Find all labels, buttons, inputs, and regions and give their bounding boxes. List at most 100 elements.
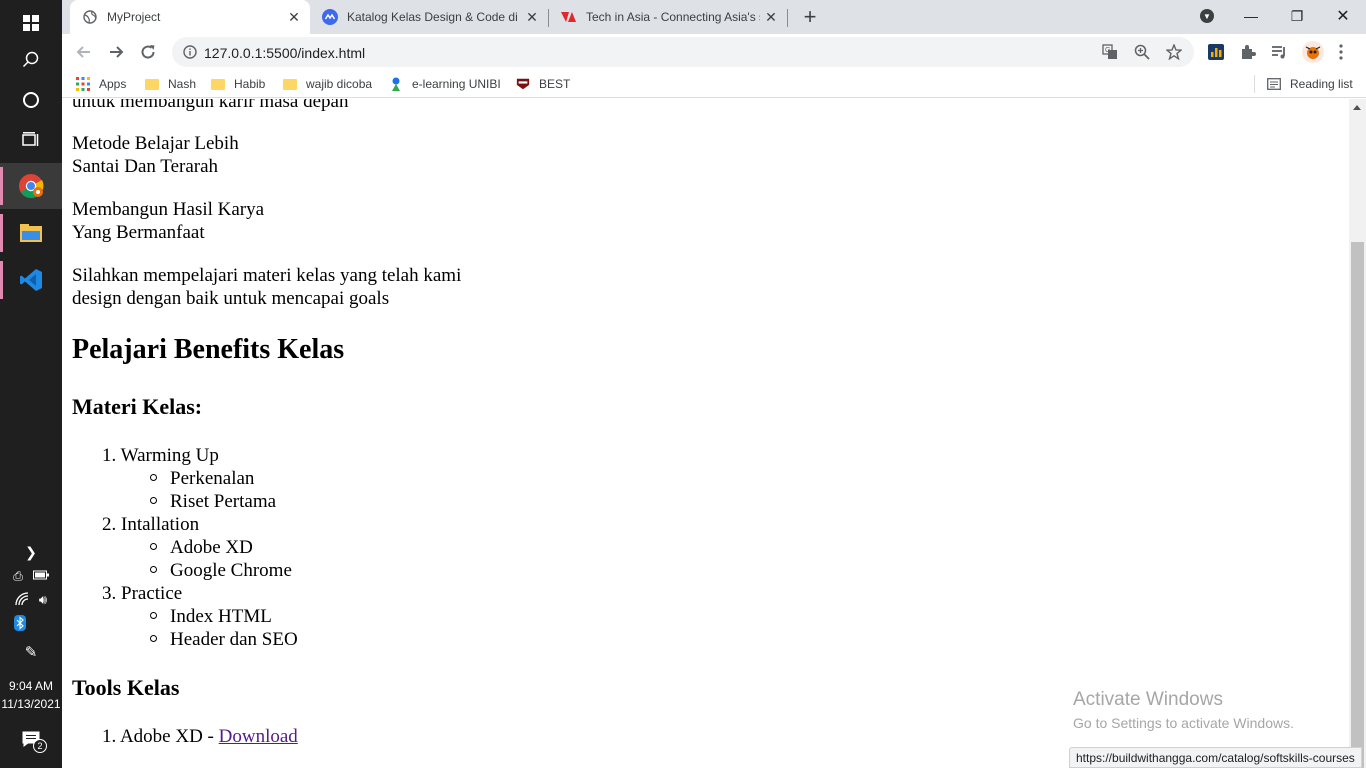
profile-avatar[interactable] [1301, 40, 1325, 64]
bluetooth-icon[interactable] [14, 614, 26, 634]
chrome-menu-icon[interactable] [1332, 43, 1350, 61]
list-label: Intallation [121, 514, 200, 535]
folder-icon [145, 77, 159, 91]
address-bar[interactable]: 127.0.0.1:5500/index.html G [172, 37, 1194, 67]
search-icon [22, 51, 39, 68]
sub-list-item: Perkenalan [150, 467, 254, 490]
heading-benefits: Pelajari Benefits Kelas [72, 334, 345, 365]
camera-icon[interactable]: ⎙ [13, 569, 23, 584]
task-view-icon [22, 132, 39, 146]
close-icon: ✕ [1336, 8, 1350, 25]
cut-off-paragraph: untuk membangun karir masa depan [72, 99, 349, 112]
tab-title: MyProject [107, 10, 161, 24]
action-center-button[interactable]: 2 [0, 728, 62, 753]
tab-tech-in-asia[interactable]: Tech in Asia - Connecting Asia's startup… [549, 0, 787, 34]
tray-row-3 [0, 614, 62, 634]
globe-icon [82, 9, 98, 25]
chrome-window: MyProject ✕ Katalog Kelas Design & Code … [62, 0, 1366, 768]
sub-list-label: Header dan SEO [170, 629, 298, 650]
close-tab-icon[interactable]: ✕ [286, 9, 302, 25]
folder-icon [211, 77, 225, 91]
paragraph-line: Membangun Hasil Karya [72, 199, 265, 220]
new-tab-button[interactable]: + [798, 4, 822, 29]
pen-workspace-button[interactable]: ✎ [0, 643, 62, 661]
windows-logo-icon [23, 15, 39, 31]
tab-title: Tech in Asia - Connecting Asia's startup… [586, 10, 760, 24]
close-tab-icon[interactable]: ✕ [763, 9, 779, 25]
sub-list-item: Google Chrome [150, 559, 292, 582]
page-scrollbar[interactable] [1349, 99, 1366, 768]
tab-katalog-kelas[interactable]: Katalog Kelas Design & Code di BuildWith… [310, 0, 548, 34]
list-item: 1. Warming Up [102, 444, 219, 467]
clock-date[interactable]: 11/13/2021 [0, 697, 62, 711]
reading-list-label: Reading list [1290, 77, 1353, 91]
vscode-icon [20, 269, 42, 291]
restore-icon: ❐ [1290, 7, 1304, 24]
back-button[interactable] [70, 38, 98, 66]
info-icon[interactable] [182, 44, 198, 60]
plus-icon: + [803, 4, 817, 29]
close-tab-icon[interactable]: ✕ [524, 9, 540, 25]
tray-row-1: ⎙ [0, 567, 62, 585]
reading-list-button[interactable]: Reading list [1267, 75, 1353, 93]
bookmark-label: e-learning UNIBI [412, 77, 501, 91]
tab-myproject[interactable]: MyProject ✕ [70, 0, 310, 34]
bookmark-star-icon[interactable] [1166, 44, 1182, 60]
bookmark-label: BEST [539, 77, 571, 91]
volume-icon[interactable]: 🔊︎ [39, 592, 47, 608]
notification-count-badge: 2 [33, 738, 47, 753]
page-viewport: untuk membangun karir masa depan Metode … [62, 99, 1349, 768]
clock-time[interactable]: 9:04 AM [0, 679, 62, 693]
forward-button[interactable] [102, 38, 130, 66]
bullet-icon [150, 497, 157, 505]
reading-list-icon [1267, 77, 1281, 91]
bookmark-label: Habib [234, 77, 266, 91]
unibi-icon [389, 77, 403, 91]
heading-tools: Tools Kelas [72, 675, 180, 700]
list-label: Warming Up [120, 445, 219, 466]
status-bar-url: https://buildwithangga.com/catalog/softs… [1069, 747, 1362, 768]
svg-text:G: G [1105, 47, 1110, 54]
media-control-icon[interactable] [1270, 43, 1288, 61]
taskbar-chrome[interactable] [0, 163, 62, 209]
url-text[interactable]: 127.0.0.1:5500/index.html [204, 45, 365, 61]
scroll-up-arrow-icon[interactable] [1353, 105, 1361, 110]
restore-button[interactable]: ❐ [1274, 0, 1320, 32]
bookmark-label: wajib dicoba [306, 77, 373, 91]
browser-toolbar: 127.0.0.1:5500/index.html G [62, 34, 1366, 70]
bookmark-folder-wajib-dicoba[interactable]: wajib dicoba [283, 75, 372, 93]
bookmark-apps[interactable]: Apps [76, 75, 126, 93]
close-window-button[interactable]: ✕ [1320, 0, 1366, 32]
bookmark-folder-nash[interactable]: Nash [145, 75, 196, 93]
sub-list-item: Header dan SEO [150, 628, 298, 651]
show-hidden-icons-button[interactable]: ❯ [0, 543, 62, 561]
scrollbar-thumb[interactable] [1351, 242, 1364, 768]
chrome-icon [19, 174, 44, 198]
minimize-button[interactable]: — [1228, 0, 1274, 32]
taskbar-vscode[interactable] [0, 257, 62, 303]
task-view-button[interactable] [0, 117, 62, 163]
paragraph-line: Santai Dan Terarah [72, 156, 219, 177]
list-item: 3. Practice [102, 582, 182, 605]
bookmarks-bar: Apps Nash Habib wajib dicoba e-learning … [62, 70, 1366, 98]
translate-icon[interactable]: G [1102, 44, 1118, 60]
bookmark-best[interactable]: BEST [516, 75, 570, 93]
paragraph-metode: Metode Belajar Lebih Santai Dan Terarah [72, 132, 239, 178]
reload-icon [141, 45, 155, 59]
bookmark-folder-habib[interactable]: Habib [211, 75, 265, 93]
bookmark-e-learning-unibi[interactable]: e-learning UNIBI [389, 75, 501, 93]
tab-search-button[interactable]: ▼ [1184, 0, 1230, 32]
extension-analytics-icon[interactable] [1207, 43, 1225, 61]
chevron-down-circle-icon: ▼ [1200, 9, 1214, 23]
taskbar-file-explorer[interactable] [0, 210, 62, 256]
paragraph-line: Metode Belajar Lebih [72, 133, 239, 154]
bullet-icon [150, 474, 157, 482]
list-label: Practice [121, 583, 183, 604]
wifi-icon[interactable] [15, 591, 31, 609]
battery-icon[interactable] [32, 569, 49, 583]
zoom-icon[interactable] [1134, 44, 1150, 60]
reload-button[interactable] [134, 38, 162, 66]
download-link[interactable]: Download [219, 726, 298, 747]
extensions-puzzle-icon[interactable] [1239, 43, 1257, 61]
sub-list-item: Index HTML [150, 605, 272, 628]
